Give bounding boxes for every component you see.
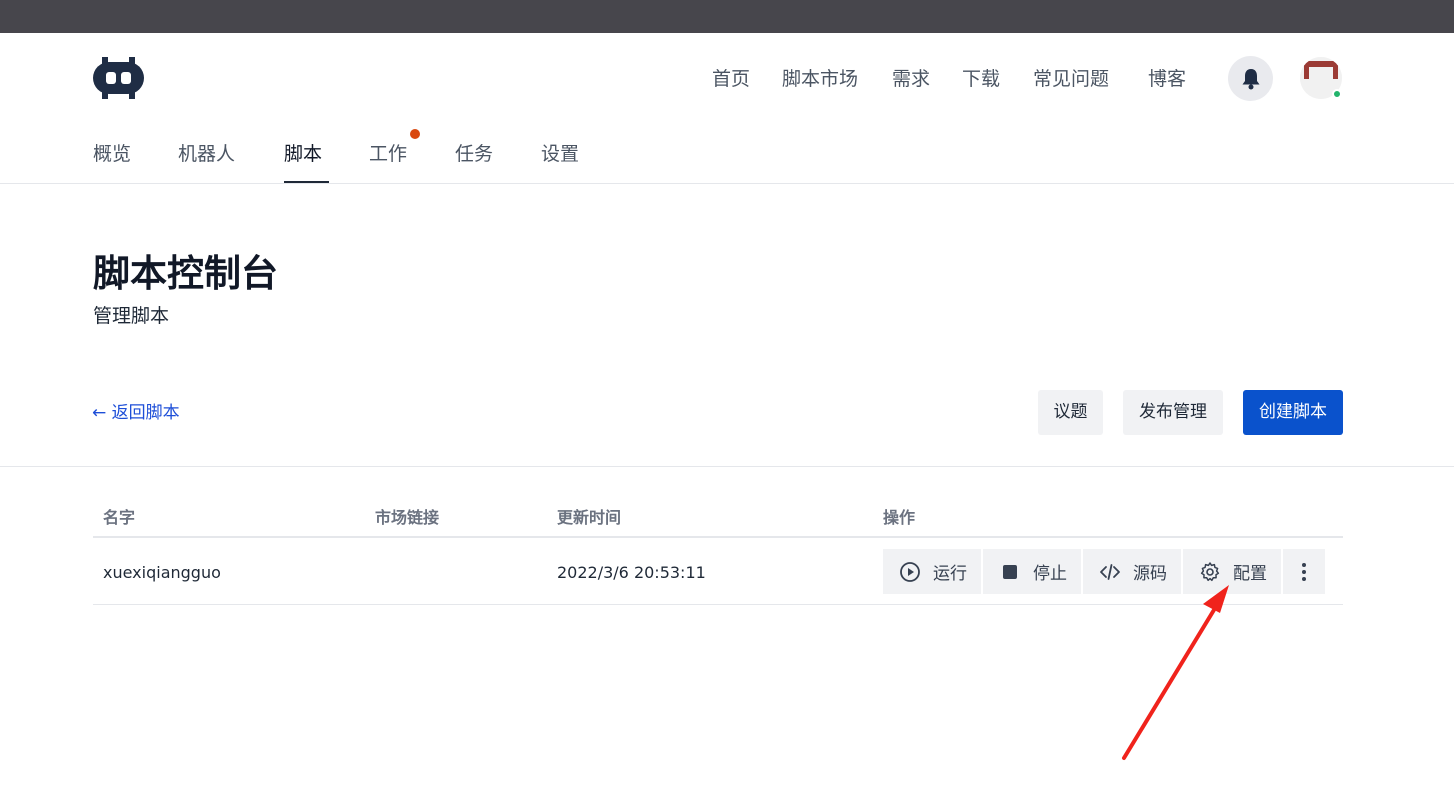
code-icon [1099, 561, 1121, 583]
source-label: 源码 [1133, 564, 1167, 584]
tab-overview[interactable]: 概览 [93, 140, 131, 168]
run-label: 运行 [933, 564, 967, 584]
play-circle-icon [899, 561, 921, 583]
column-market-link: 市场链接 [375, 508, 440, 527]
stop-label: 停止 [1033, 564, 1067, 584]
notifications-button[interactable] [1228, 56, 1273, 101]
tab-robots[interactable]: 机器人 [178, 140, 235, 168]
issues-button[interactable]: 议题 [1038, 390, 1103, 435]
config-button[interactable]: 配置 [1183, 549, 1281, 594]
nav-home[interactable]: 首页 [712, 65, 750, 93]
column-name: 名字 [103, 508, 136, 527]
config-label: 配置 [1233, 564, 1267, 584]
page-subtitle: 管理脚本 [93, 305, 170, 327]
table-header: 名字 市场链接 更新时间 操作 [93, 505, 1343, 538]
browser-top-bar [0, 0, 1454, 33]
online-status-dot [1332, 89, 1342, 99]
source-button[interactable]: 源码 [1083, 549, 1181, 594]
nav-requirements[interactable]: 需求 [892, 65, 930, 93]
more-actions-button[interactable] [1283, 549, 1325, 594]
page-title: 脚本控制台 [93, 252, 278, 295]
tab-jobs[interactable]: 工作 [369, 140, 407, 168]
table-row: xuexiqiangguo 2022/3/6 20:53:11 运行 停止 源码… [93, 540, 1343, 605]
nav-blog[interactable]: 博客 [1148, 65, 1186, 93]
column-updated-time: 更新时间 [557, 508, 622, 527]
back-to-scripts-link[interactable]: ← 返回脚本 [92, 401, 180, 425]
tab-scripts[interactable]: 脚本 [284, 140, 322, 168]
header-divider [0, 183, 1454, 184]
bell-icon [1242, 68, 1259, 89]
tab-tasks[interactable]: 任务 [455, 140, 493, 168]
vertical-dots-icon [1302, 562, 1306, 581]
toolbar-divider [0, 466, 1454, 467]
nav-download[interactable]: 下载 [962, 65, 1000, 93]
annotation-arrow-icon [1122, 585, 1229, 760]
create-script-button[interactable]: 创建脚本 [1243, 390, 1343, 435]
script-name: xuexiqiangguo [103, 563, 221, 582]
tab-settings[interactable]: 设置 [541, 140, 579, 168]
stop-square-icon [999, 561, 1021, 583]
release-management-button[interactable]: 发布管理 [1123, 390, 1223, 435]
robot-logo-icon[interactable] [93, 57, 144, 99]
nav-faq[interactable]: 常见问题 [1033, 65, 1109, 93]
run-button[interactable]: 运行 [883, 549, 981, 594]
column-actions: 操作 [883, 508, 916, 527]
gear-icon [1199, 561, 1221, 583]
nav-script-market[interactable]: 脚本市场 [782, 65, 858, 93]
jobs-notification-dot [410, 129, 420, 139]
row-actions: 运行 停止 源码 配置 [883, 549, 1325, 594]
script-updated-time: 2022/3/6 20:53:11 [557, 563, 706, 582]
stop-button[interactable]: 停止 [983, 549, 1081, 594]
